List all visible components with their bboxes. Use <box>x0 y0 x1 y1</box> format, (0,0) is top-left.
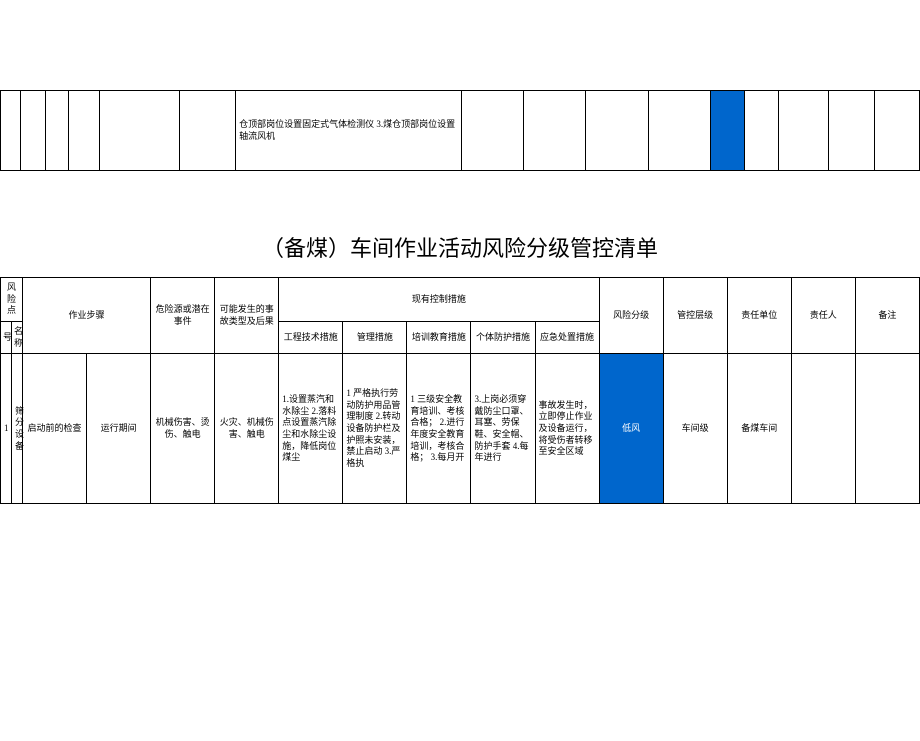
cell-emergency: 事故发生时，立即停止作业及设备运行，将受伤者转移至安全区域 <box>535 354 599 504</box>
cell-risk-level: 低风 <box>599 354 663 504</box>
cell-hazard: 机械伤害、烫伤、触电 <box>151 354 215 504</box>
cell-resp-person <box>791 354 855 504</box>
frag-risklevel <box>710 91 744 171</box>
cell-step1: 启动前的检查 <box>23 354 87 504</box>
page-title: （备煤）车间作业活动风险分级管控清单 <box>0 231 920 263</box>
frag-c16 <box>874 91 919 171</box>
frag-c9 <box>524 91 586 171</box>
hdr-controls: 现有控制措施 <box>279 278 599 322</box>
hdr-training: 培训教育措施 <box>407 322 471 354</box>
cell-resp-unit: 备煤车间 <box>727 354 791 504</box>
frag-c5 <box>100 91 179 171</box>
cell-ppe: 3.上岗必须穿戴防尘口罩、耳塞、劳保鞋、安全帽、防护手套 4.每年进行 <box>471 354 535 504</box>
main-table: 风险点 作业步骤 危险源或潜在事件 可能发生的事故类型及后果 现有控制措施 风险… <box>0 277 920 504</box>
frag-c3 <box>46 91 69 171</box>
hdr-risk-level: 风险分级 <box>599 278 663 354</box>
frag-content: 仓顶部岗位设置固定式气体检测仪 3.煤仓顶部岗位设置轴流风机 <box>236 91 462 171</box>
hdr-ppe: 个体防护措施 <box>471 322 535 354</box>
frag-c10 <box>586 91 648 171</box>
hdr-risk-point: 风险点 <box>1 278 23 322</box>
hdr-remark: 备注 <box>855 278 919 354</box>
frag-c2 <box>21 91 46 171</box>
hdr-resp-person: 责任人 <box>791 278 855 354</box>
frag-c15 <box>829 91 874 171</box>
cell-management: 1 严格执行劳动防护用品管理制度 2.转动设备防护栏及护照未安装，禁止启动 3.… <box>343 354 407 504</box>
hdr-management: 管理措施 <box>343 322 407 354</box>
frag-c13 <box>744 91 778 171</box>
cell-no: 1 <box>1 354 12 504</box>
cell-ctrl-level: 车间级 <box>663 354 727 504</box>
hdr-ctrl-level: 管控层级 <box>663 278 727 354</box>
hdr-emergency: 应急处置措施 <box>535 322 599 354</box>
hdr-no: 号 <box>1 322 12 354</box>
cell-remark <box>855 354 919 504</box>
hdr-resp-unit: 责任单位 <box>727 278 791 354</box>
frag-c1 <box>1 91 21 171</box>
hdr-accident: 可能发生的事故类型及后果 <box>215 278 279 354</box>
cell-engineering: 1.设置蒸汽和水除尘 2.落料点设置蒸汽除尘和水除尘设施，降低岗位煤尘 <box>279 354 343 504</box>
cell-step2: 运行期间 <box>87 354 151 504</box>
frag-c8 <box>462 91 524 171</box>
table-row: 1 筛分设备 启动前的检查 运行期间 机械伤害、烫伤、触电 火灾、机械伤害、触电… <box>1 354 920 504</box>
frag-c4 <box>68 91 100 171</box>
cell-accident: 火灾、机械伤害、触电 <box>215 354 279 504</box>
hdr-step: 作业步骤 <box>23 278 151 354</box>
hdr-hazard: 危险源或潜在事件 <box>151 278 215 354</box>
cell-name: 筛分设备 <box>12 354 23 504</box>
frag-c14 <box>778 91 829 171</box>
frag-c6 <box>179 91 236 171</box>
frag-c11 <box>648 91 710 171</box>
hdr-engineering: 工程技术措施 <box>279 322 343 354</box>
top-fragment-table: 仓顶部岗位设置固定式气体检测仪 3.煤仓顶部岗位设置轴流风机 <box>0 90 920 171</box>
cell-training: 1 三级安全教育培训、考核合格； 2.进行年度安全教育培训，考核合格； 3.每月… <box>407 354 471 504</box>
hdr-name: 名称 <box>12 322 23 354</box>
